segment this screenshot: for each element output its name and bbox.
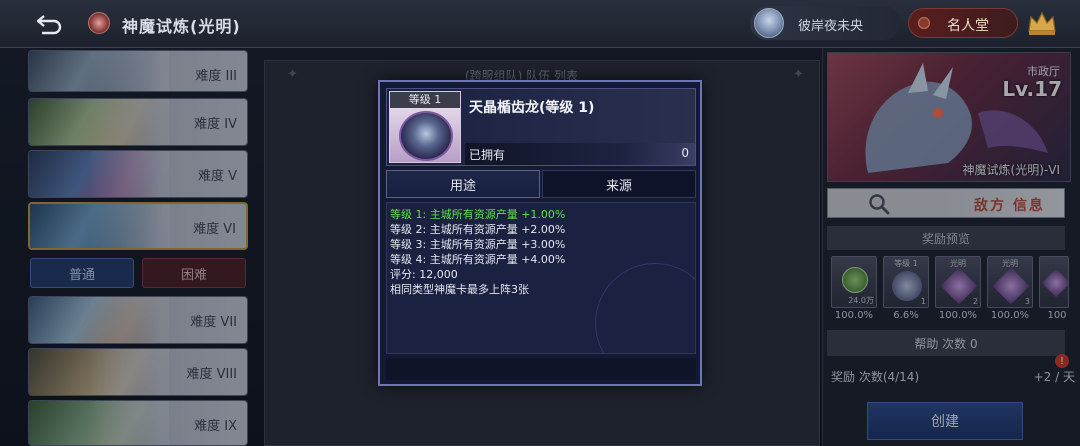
item-tabs: 用途 来源 (386, 170, 696, 198)
page-title: 神魔试炼(光明) (122, 17, 241, 36)
hall-emblem-icon (918, 17, 930, 29)
deploy-limit-line: 相同类型神魔卡最多上阵3张 (390, 283, 529, 296)
back-button[interactable] (30, 10, 68, 38)
level-bonus-line: 等级 4: 主城所有资源产量 +4.00% (390, 253, 566, 266)
item-detail-modal: 等级 1 天晶楯齿龙(等级 1) 已拥有 0 用途 来源 等级 1: 主城所有资… (378, 80, 702, 386)
owned-label: 已拥有 (469, 148, 506, 162)
hall-of-fame-button[interactable]: 名人堂 (908, 8, 1018, 38)
owned-count: 0 (681, 146, 689, 160)
tab-usage[interactable]: 用途 (386, 170, 540, 198)
modal-footer (386, 358, 696, 380)
item-name: 天晶楯齿龙(等级 1) (469, 100, 595, 116)
tab-source[interactable]: 来源 (542, 170, 696, 198)
dragon-icon (399, 111, 453, 161)
item-icon: 等级 1 (389, 91, 461, 163)
hall-of-fame-label: 名人堂 (947, 18, 989, 34)
player-info[interactable]: 彼岸夜未央 (750, 6, 900, 40)
avatar[interactable] (754, 8, 784, 38)
item-level-badge: 等级 1 (390, 92, 460, 108)
crown-icon[interactable] (1024, 5, 1060, 41)
trial-emblem-icon (88, 12, 110, 34)
back-arrow-icon (36, 15, 62, 35)
player-name: 彼岸夜未央 (798, 19, 864, 34)
game-screen: 神魔试炼(光明) 彼岸夜未央 名人堂 难度 III 难度 IV 难度 V 难度 … (0, 0, 1080, 446)
level-bonus-line: 等级 3: 主城所有资源产量 +3.00% (390, 238, 566, 251)
level-bonus-line: 等级 2: 主城所有资源产量 +2.00% (390, 223, 566, 236)
item-description: 等级 1: 主城所有资源产量 +1.00% 等级 2: 主城所有资源产量 +2.… (386, 202, 696, 354)
score-line: 评分: 12,000 (390, 268, 458, 281)
level-bonus-line: 等级 1: 主城所有资源产量 +1.00% (390, 208, 566, 221)
owned-row: 已拥有 0 (465, 143, 695, 165)
item-header: 等级 1 天晶楯齿龙(等级 1) 已拥有 0 (386, 88, 696, 166)
top-bar: 神魔试炼(光明) 彼岸夜未央 名人堂 (0, 0, 1080, 48)
